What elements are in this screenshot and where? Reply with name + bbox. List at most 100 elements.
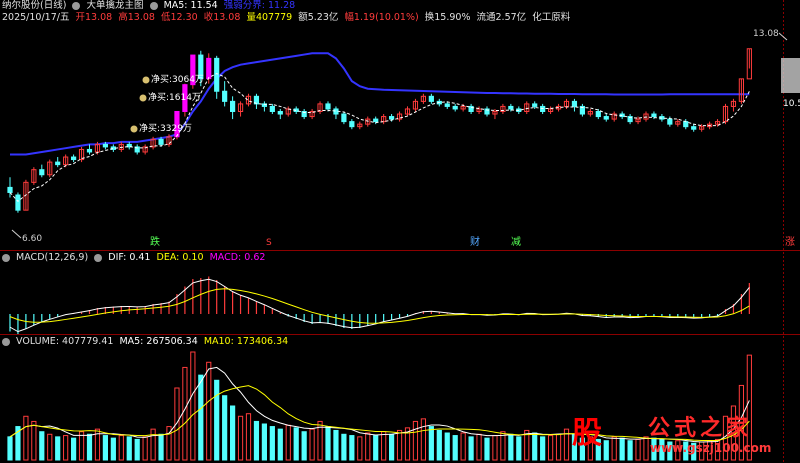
marker-cai: 财 xyxy=(470,235,480,248)
low-price-label: 6.60 xyxy=(22,234,42,244)
volume-bar xyxy=(428,426,434,461)
volume-bar xyxy=(237,415,244,461)
volume-bar xyxy=(150,428,156,461)
ma-line-label: 强弱分界: 11.28 xyxy=(223,0,296,11)
minus-icon[interactable] xyxy=(2,253,10,262)
money-bag-icon xyxy=(139,94,147,102)
gear-icon[interactable] xyxy=(149,1,158,10)
volume-bar xyxy=(55,436,61,461)
logo-url: www.gszj100.com xyxy=(650,441,772,455)
volume-bar xyxy=(540,436,546,461)
volume-bar xyxy=(134,438,140,461)
high-price-label: 13.08 xyxy=(753,29,779,39)
header-line-1: 纳尔股份(日线) 大单擒龙主图 MA5: 11.54 强弱分界: 11.28 xyxy=(2,0,298,12)
macd-dea: DEA: 0.10 xyxy=(156,252,204,263)
candle-body xyxy=(389,116,395,120)
candle-body xyxy=(206,57,212,80)
candles-layer xyxy=(7,48,752,213)
volume-bar xyxy=(158,433,164,461)
volume-bar xyxy=(412,420,419,461)
dif-line xyxy=(9,278,750,333)
marker-s: S xyxy=(266,238,272,248)
volume-bar xyxy=(230,405,236,461)
candle-body xyxy=(214,57,220,92)
volume-ma5: MA5: 267506.34 xyxy=(119,336,198,347)
candle-body xyxy=(7,186,13,193)
candle-body xyxy=(651,113,657,118)
volume-bar xyxy=(452,435,458,461)
net-buy-1: 净买:3064万 xyxy=(151,73,204,85)
candle-body xyxy=(691,126,697,130)
volume-bar xyxy=(436,429,442,461)
stock-chart: 13.08 6.60 10.5 净买:3064万 净买:1614万 净买:332… xyxy=(0,0,800,463)
volume-bar xyxy=(357,436,363,461)
minus-icon[interactable] xyxy=(72,1,81,10)
volume-bar xyxy=(198,374,204,461)
volume-header: VOLUME: 407779.41 MA5: 267506.34 MA10: 1… xyxy=(2,336,291,348)
marker-zhang: 涨 xyxy=(785,236,795,248)
candle-body xyxy=(603,116,609,120)
candle-body xyxy=(15,194,21,211)
candle-body xyxy=(540,105,546,112)
indicator-name: 大单擒龙主图 xyxy=(86,0,144,11)
candle-body xyxy=(428,95,434,102)
net-buy-annotations: 净买:3064万 净买:1614万 净买:3329万 xyxy=(130,73,204,134)
volume-bar xyxy=(78,431,85,461)
candle-body xyxy=(683,121,689,128)
candle-body xyxy=(222,90,228,102)
volume-bar xyxy=(484,437,490,461)
volume-bar xyxy=(389,433,395,461)
candle-body xyxy=(444,103,450,107)
ma5-line xyxy=(9,73,750,202)
stock-name: 纳尔股份(日线) xyxy=(2,0,67,11)
candle-body xyxy=(508,105,514,110)
candle-body xyxy=(230,100,236,112)
logo-glyph: 股 xyxy=(572,416,602,451)
marker-die: 跌 xyxy=(150,235,160,248)
candle-body xyxy=(373,118,379,123)
volume-bar xyxy=(118,435,124,461)
quote-low: 低12.30 xyxy=(160,12,198,23)
quote-high: 高13.08 xyxy=(118,12,155,23)
volume-bar xyxy=(86,433,93,461)
volume-bar xyxy=(222,395,228,461)
ma5-dash-layer xyxy=(9,73,750,202)
volume-bar xyxy=(214,379,220,461)
volume-bar xyxy=(253,420,260,461)
panel-dividers xyxy=(0,0,800,463)
volume-bar xyxy=(285,424,291,461)
gear-icon[interactable] xyxy=(94,253,103,262)
candle-body xyxy=(667,118,673,125)
scroll-thumb[interactable] xyxy=(781,58,800,93)
volume-bar xyxy=(174,387,180,461)
header-line-2: 2025/10/17/五 开13.08 高13.08 低12.30 收13.08… xyxy=(2,12,573,24)
ma-line xyxy=(10,52,750,156)
minus-icon[interactable] xyxy=(2,337,10,346)
quote-close: 收13.08 xyxy=(203,12,241,23)
candle-body xyxy=(333,108,339,115)
candle-body xyxy=(532,103,538,107)
volume-bar xyxy=(110,437,116,461)
ma5-label: MA5: 11.54 xyxy=(163,0,218,11)
candle-body xyxy=(86,148,93,153)
quote-turnover: 换15.90% xyxy=(424,12,471,23)
volume-bar xyxy=(349,435,355,461)
volume-bar xyxy=(500,431,506,461)
volume-bar xyxy=(516,436,522,461)
candle-body xyxy=(55,161,61,166)
volume-bar xyxy=(47,433,53,461)
marker-jian: 减 xyxy=(511,236,521,248)
quote-amount: 额5.23亿 xyxy=(298,12,339,23)
candle-body xyxy=(158,138,164,145)
volume-bar xyxy=(476,433,482,461)
volume-ma10: MA10: 173406.34 xyxy=(203,336,289,347)
volume-bar xyxy=(548,435,554,461)
money-bag-icon xyxy=(130,125,138,133)
candle-body xyxy=(452,105,458,110)
volume-bar xyxy=(341,433,347,461)
candle-body xyxy=(571,100,578,107)
net-buy-3: 净买:3329万 xyxy=(139,122,192,134)
candle-body xyxy=(277,110,283,115)
candle-body xyxy=(341,113,347,123)
volume-bar xyxy=(460,432,466,461)
